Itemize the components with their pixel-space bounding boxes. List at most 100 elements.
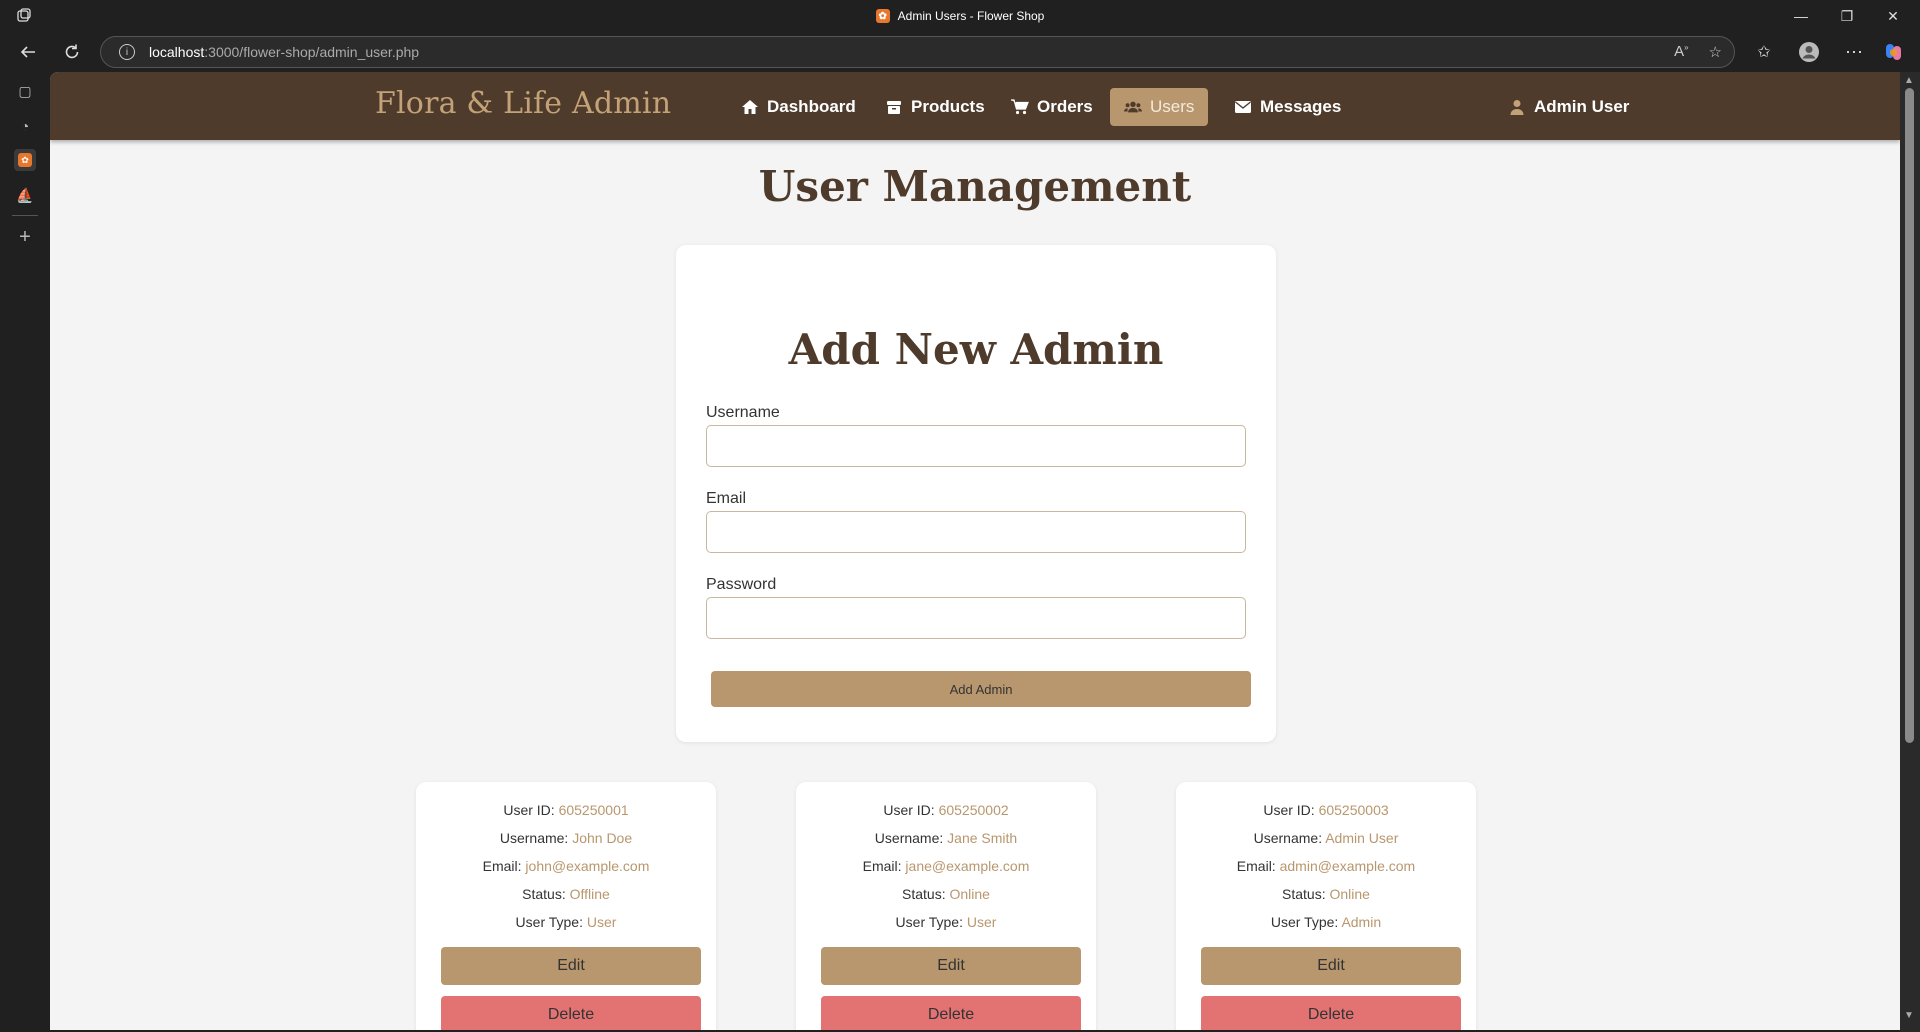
status-label: Status: xyxy=(522,886,566,902)
email-value: john@example.com xyxy=(525,858,650,874)
delete-user-button[interactable]: Delete xyxy=(1201,996,1461,1030)
email-row-label: Email: xyxy=(1236,858,1276,874)
close-window-button[interactable]: ✕ xyxy=(1870,0,1916,32)
user-type-value: Admin xyxy=(1341,914,1382,930)
email-label: Email xyxy=(706,490,747,507)
profile-avatar-icon[interactable] xyxy=(1795,38,1823,66)
copilot-icon[interactable] xyxy=(1880,38,1908,66)
email-row-label: Email: xyxy=(862,858,902,874)
brand-logo[interactable]: Flora & Life Admin xyxy=(375,86,671,121)
page-viewport: Flora & Life Admin Dashboard Products Or… xyxy=(50,72,1900,1030)
more-options-icon[interactable]: ⋯ xyxy=(1840,38,1868,66)
app-shortcut-icon[interactable]: ⛵ xyxy=(14,184,36,206)
username-row: Username: Admin User xyxy=(1176,830,1476,846)
browser-sidebar: ▢ ◔ ✿ ⛵ + xyxy=(0,72,50,1032)
username-row-label: Username: xyxy=(499,830,569,846)
user-type-label: User Type: xyxy=(1270,914,1339,930)
home-icon xyxy=(741,98,759,116)
box-icon xyxy=(885,98,903,116)
xampp-tab-icon[interactable]: ✿ xyxy=(14,149,36,171)
address-bar[interactable]: i localhost:3000/flower-shop/admin_user.… xyxy=(100,36,1735,68)
site-favicon-icon: ✿ xyxy=(875,9,890,23)
status-value: Offline xyxy=(569,886,610,902)
user-type-row: User Type: User xyxy=(416,914,716,930)
nav-admin-user[interactable]: Admin User xyxy=(1494,88,1643,126)
form-title: Add New Admin xyxy=(788,325,1164,374)
user-id-label: User ID: xyxy=(503,802,555,818)
admin-navbar: Flora & Life Admin Dashboard Products Or… xyxy=(50,72,1900,140)
user-type-value: User xyxy=(586,914,617,930)
email-row: Email: john@example.com xyxy=(416,858,716,874)
add-admin-form: Add New Admin Username Email Password Ad… xyxy=(676,245,1276,742)
scroll-up-icon[interactable]: ▲ xyxy=(1904,75,1914,86)
status-row: Status: Online xyxy=(1176,886,1476,902)
username-value: John Doe xyxy=(572,830,633,846)
status-value: Online xyxy=(1329,886,1370,902)
nav-messages[interactable]: Messages xyxy=(1220,88,1355,126)
cart-icon xyxy=(1011,98,1029,116)
user-id-label: User ID: xyxy=(883,802,935,818)
username-row: Username: John Doe xyxy=(416,830,716,846)
browser-titlebar: ✿ Admin Users - Flower Shop — ❐ ✕ xyxy=(0,0,1920,32)
page-title: User Management xyxy=(758,162,1192,211)
refresh-button[interactable] xyxy=(58,38,86,66)
site-info-icon[interactable]: i xyxy=(119,44,135,60)
user-icon xyxy=(1508,98,1526,116)
envelope-icon xyxy=(1234,98,1252,116)
username-value: Admin User xyxy=(1325,830,1399,846)
email-row: Email: admin@example.com xyxy=(1176,858,1476,874)
github-icon[interactable]: ◔ xyxy=(14,115,36,137)
url-path: :3000/flower-shop/admin_user.php xyxy=(204,44,420,60)
url-host: localhost xyxy=(149,44,205,60)
user-card: User ID: 605250001 Username: John Doe Em… xyxy=(416,782,716,1030)
delete-user-button[interactable]: Delete xyxy=(441,996,701,1030)
back-button[interactable] xyxy=(14,38,42,66)
user-type-label: User Type: xyxy=(895,914,963,930)
user-type-row: User Type: User xyxy=(796,914,1096,930)
email-row-label: Email: xyxy=(482,858,522,874)
nav-admin-user-label: Admin User xyxy=(1534,97,1630,116)
username-row: Username: Jane Smith xyxy=(796,830,1096,846)
status-row: Status: Online xyxy=(796,886,1096,902)
restore-button[interactable]: ❐ xyxy=(1824,0,1870,32)
nav-users[interactable]: Users xyxy=(1110,88,1209,126)
password-input[interactable] xyxy=(706,597,1246,639)
email-value: jane@example.com xyxy=(905,858,1030,874)
scroll-thumb[interactable] xyxy=(1905,88,1914,743)
window-title-text: Admin Users - Flower Shop xyxy=(897,9,1045,23)
add-sidebar-icon[interactable]: + xyxy=(14,226,36,248)
delete-user-button[interactable]: Delete xyxy=(821,996,1081,1030)
user-id-value: 605250002 xyxy=(938,802,1009,818)
nav-products[interactable]: Products xyxy=(871,88,999,126)
status-label: Status: xyxy=(1282,886,1326,902)
edit-user-button[interactable]: Edit xyxy=(441,947,701,985)
email-input[interactable] xyxy=(706,511,1246,553)
user-id-row: User ID: 605250001 xyxy=(416,802,716,818)
status-label: Status: xyxy=(902,886,946,902)
window-title: ✿ Admin Users - Flower Shop xyxy=(0,0,1920,32)
nav-messages-label: Messages xyxy=(1260,97,1342,116)
read-aloud-icon[interactable]: A» xyxy=(1674,43,1688,61)
nav-dashboard[interactable]: Dashboard xyxy=(727,88,870,126)
edit-user-button[interactable]: Edit xyxy=(1201,947,1461,985)
page-scrollbar[interactable]: ▲ ▼ xyxy=(1900,72,1920,1032)
nav-dashboard-label: Dashboard xyxy=(767,97,856,116)
user-id-value: 605250001 xyxy=(558,802,629,818)
scroll-down-icon[interactable]: ▼ xyxy=(1904,1010,1914,1021)
status-row: Status: Offline xyxy=(416,886,716,902)
username-row-label: Username: xyxy=(1253,830,1323,846)
add-admin-button[interactable]: Add Admin xyxy=(711,671,1251,707)
username-input[interactable] xyxy=(706,425,1246,467)
nav-products-label: Products xyxy=(911,97,985,116)
edit-user-button[interactable]: Edit xyxy=(821,947,1081,985)
user-type-label: User Type: xyxy=(515,914,583,930)
favorite-star-icon[interactable]: ☆ xyxy=(1709,43,1722,61)
favorites-icon[interactable]: ✩ xyxy=(1750,38,1778,66)
username-row-label: Username: xyxy=(874,830,944,846)
minimize-button[interactable]: — xyxy=(1778,0,1824,32)
user-id-label: User ID: xyxy=(1263,802,1315,818)
user-id-value: 605250003 xyxy=(1318,802,1389,818)
status-value: Online xyxy=(949,886,990,902)
tabs-panel-icon[interactable]: ▢ xyxy=(14,80,36,102)
nav-orders[interactable]: Orders xyxy=(997,88,1107,126)
